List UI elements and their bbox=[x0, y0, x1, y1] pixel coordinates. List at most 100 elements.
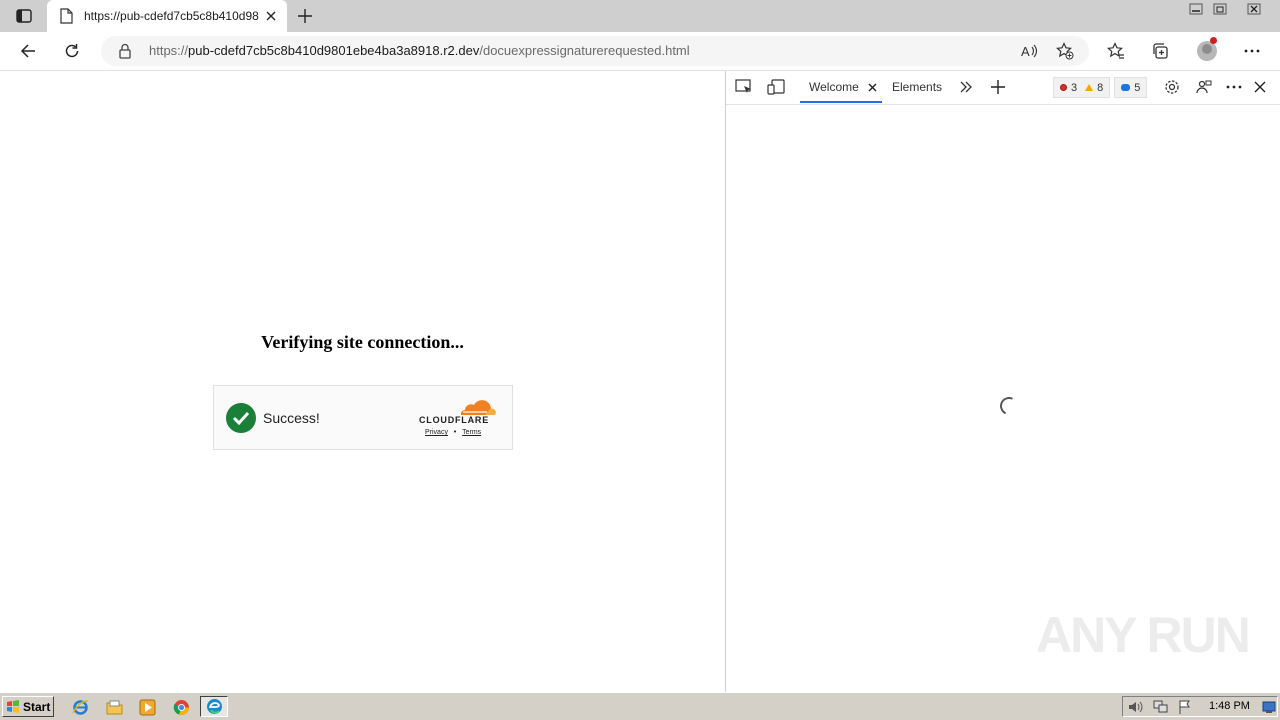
taskbar-chrome-button[interactable] bbox=[171, 697, 191, 717]
url-path: /docuexpressignaturerequested.html bbox=[479, 43, 690, 58]
more-icon bbox=[1244, 49, 1260, 53]
url-text[interactable]: https://pub-cdefd7cb5c8b410d9801ebe4ba3a… bbox=[149, 43, 690, 58]
read-aloud-icon[interactable]: A bbox=[1018, 41, 1040, 61]
tab-welcome[interactable]: Welcome bbox=[809, 80, 859, 94]
volume-icon[interactable] bbox=[1128, 700, 1144, 714]
notification-dot bbox=[1210, 37, 1217, 44]
warning-count: 8 bbox=[1097, 81, 1104, 94]
more-icon bbox=[1226, 85, 1242, 89]
folder-icon bbox=[106, 700, 122, 714]
page-heading: Verifying site connection... bbox=[261, 332, 464, 352]
chevron-double-right-icon bbox=[960, 81, 972, 93]
chrome-icon bbox=[173, 699, 189, 715]
close-tab-icon[interactable] bbox=[263, 8, 279, 24]
gear-icon bbox=[1165, 80, 1179, 94]
arrow-left-icon bbox=[20, 44, 35, 58]
favorites-icon bbox=[1107, 42, 1124, 59]
close-icon bbox=[1247, 3, 1261, 15]
loading-spinner bbox=[997, 394, 1021, 418]
cloudflare-brand: CLOUDFLARE bbox=[419, 415, 489, 425]
privacy-link[interactable]: Privacy bbox=[425, 429, 448, 436]
profile-button[interactable] bbox=[1192, 36, 1222, 66]
close-icon bbox=[1254, 81, 1266, 93]
show-desktop-icon[interactable] bbox=[1261, 700, 1277, 714]
close-welcome-tab-icon[interactable] bbox=[865, 80, 879, 94]
success-check-icon bbox=[226, 403, 256, 433]
page-icon bbox=[59, 8, 73, 27]
restore-button[interactable] bbox=[1209, 0, 1231, 18]
turnstile-links: Privacy • Terms bbox=[425, 429, 481, 436]
cloudflare-turnstile-widget[interactable]: Success! CLOUDFLARE Privacy • Terms bbox=[213, 385, 513, 450]
svg-text:A: A bbox=[1021, 44, 1030, 59]
inspect-element-button[interactable] bbox=[733, 77, 755, 97]
devtools-settings-button[interactable] bbox=[1161, 77, 1183, 97]
close-devtools-button[interactable] bbox=[1249, 77, 1271, 97]
collections-button[interactable] bbox=[1145, 36, 1175, 66]
media-player-icon bbox=[139, 699, 155, 715]
refresh-icon bbox=[65, 44, 79, 58]
taskbar-explorer-button[interactable] bbox=[104, 697, 124, 717]
page-viewport: Verifying site connection... Success! CL… bbox=[0, 71, 725, 692]
issues-badges[interactable]: 3 8 5 bbox=[1053, 77, 1148, 98]
inspect-icon bbox=[735, 79, 751, 93]
active-tab[interactable]: https://pub-cdefd7cb5c8b410d98 bbox=[47, 0, 287, 32]
more-tabs-button[interactable] bbox=[955, 77, 977, 97]
taskbar-ie-button[interactable] bbox=[70, 697, 90, 717]
terms-link[interactable]: Terms bbox=[462, 429, 481, 436]
lock-icon[interactable] bbox=[118, 43, 132, 62]
messages-badge[interactable]: 5 bbox=[1114, 77, 1148, 98]
edge-icon bbox=[206, 699, 222, 714]
plus-icon bbox=[991, 80, 1005, 94]
refresh-button[interactable] bbox=[57, 36, 87, 66]
restore-icon bbox=[1213, 3, 1227, 15]
collections-icon bbox=[1153, 43, 1168, 59]
taskbar-clock[interactable]: 1:48 PM bbox=[1209, 700, 1250, 712]
taskbar-media-player-button[interactable] bbox=[137, 697, 157, 717]
warning-icon bbox=[1085, 84, 1094, 91]
minimize-button[interactable] bbox=[1185, 0, 1207, 18]
turnstile-status: Success! bbox=[263, 410, 320, 426]
people-icon bbox=[1196, 80, 1212, 94]
message-count: 5 bbox=[1134, 81, 1141, 94]
anyrun-watermark: ANY RUN bbox=[1036, 607, 1251, 663]
network-icon[interactable] bbox=[1153, 700, 1169, 714]
browser-toolbar: https://pub-cdefd7cb5c8b410d9801ebe4ba3a… bbox=[0, 32, 1280, 71]
start-label: Start bbox=[23, 699, 51, 714]
favorites-button[interactable] bbox=[1101, 36, 1131, 66]
windows-taskbar: Start 1:48 PM bbox=[0, 692, 1280, 720]
device-emulation-button[interactable] bbox=[765, 77, 787, 97]
add-favorite-icon[interactable] bbox=[1054, 41, 1076, 61]
devtools-more-button[interactable] bbox=[1223, 77, 1245, 97]
tab-actions-icon bbox=[16, 9, 32, 23]
devtools-toolbar: Welcome Elements 3 8 5 bbox=[726, 71, 1280, 105]
add-tool-button[interactable] bbox=[987, 77, 1009, 97]
close-window-button[interactable] bbox=[1243, 0, 1265, 18]
settings-more-button[interactable] bbox=[1237, 36, 1267, 66]
back-button[interactable] bbox=[13, 36, 43, 66]
system-tray: 1:48 PM bbox=[1122, 696, 1278, 717]
tab-elements[interactable]: Elements bbox=[892, 80, 942, 94]
error-icon bbox=[1060, 84, 1067, 91]
tab-actions-button[interactable] bbox=[8, 6, 40, 26]
plus-icon bbox=[298, 9, 312, 23]
active-tab-indicator bbox=[800, 101, 882, 103]
start-button[interactable]: Start bbox=[2, 696, 54, 717]
url-protocol: https:// bbox=[149, 43, 189, 58]
browser-tab-strip: https://pub-cdefd7cb5c8b410d98 bbox=[0, 0, 1280, 32]
windows-logo-icon bbox=[7, 700, 19, 713]
tab-title: https://pub-cdefd7cb5c8b410d98 bbox=[84, 9, 259, 23]
internet-explorer-icon bbox=[71, 699, 88, 715]
minimize-icon bbox=[1189, 3, 1203, 15]
link-separator: • bbox=[453, 429, 457, 436]
device-icon bbox=[767, 79, 785, 95]
error-count: 3 bbox=[1071, 81, 1078, 94]
customize-button[interactable] bbox=[1193, 77, 1215, 97]
error-warning-badge[interactable]: 3 8 bbox=[1053, 77, 1111, 98]
message-icon bbox=[1121, 84, 1131, 91]
address-bar[interactable]: https://pub-cdefd7cb5c8b410d9801ebe4ba3a… bbox=[101, 36, 1089, 66]
avatar bbox=[1197, 41, 1217, 61]
cloudflare-cloud-icon bbox=[460, 400, 496, 415]
action-center-flag-icon[interactable] bbox=[1177, 700, 1193, 714]
new-tab-button[interactable] bbox=[294, 6, 316, 26]
taskbar-edge-button[interactable] bbox=[200, 696, 228, 717]
